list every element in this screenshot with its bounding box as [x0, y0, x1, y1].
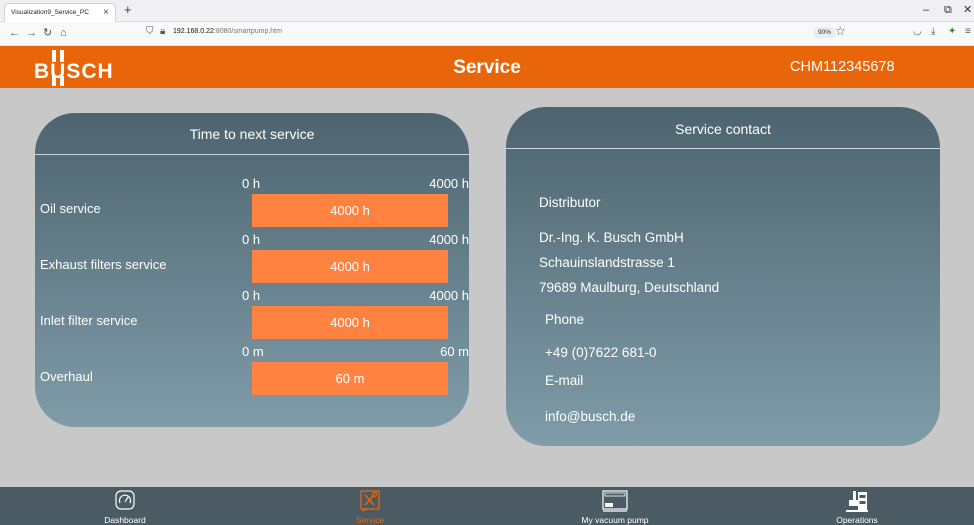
oil-service-row: 0 h 4000 h Oil service 4000 h [35, 176, 469, 232]
progress-value: 4000 h [330, 315, 370, 330]
progress-bar: 4000 h [252, 306, 448, 339]
range-min: 0 h [242, 232, 261, 247]
nav-service[interactable]: Service [330, 487, 410, 525]
menu-icon[interactable]: ≡ [965, 26, 971, 38]
company-name: Dr.-Ing. K. Busch GmbH [539, 230, 684, 245]
speedometer-icon [115, 490, 135, 510]
contact-panel-title: Service contact [506, 107, 940, 149]
time-panel-title: Time to next service [35, 113, 469, 155]
range-max: 4000 h [429, 232, 469, 247]
service-label: Exhaust filters service [40, 257, 167, 272]
nav-my-vacuum-pump[interactable]: My vacuum pump [560, 487, 670, 525]
nav-dashboard[interactable]: Dashboard [85, 487, 165, 525]
lock-icon[interactable]: 🔒︎ [160, 26, 165, 37]
email-label: E-mail [545, 373, 584, 388]
nav-label: Service [355, 515, 385, 525]
progress-bar: 4000 h [252, 194, 448, 227]
service-label: Inlet filter service [40, 313, 138, 328]
extension-icon[interactable]: ✦ [948, 26, 956, 38]
operations-icon [846, 491, 868, 512]
nav-operations[interactable]: Operations [817, 487, 897, 525]
page-title: Service [453, 57, 521, 78]
bookmark-star-icon[interactable]: ☆ [835, 25, 846, 37]
email-address: info@busch.de [545, 409, 636, 424]
bottom-nav: Dashboard Service My vacuum pump Operati… [0, 487, 974, 525]
distributor-label: Distributor [539, 195, 601, 210]
pump-icon [602, 490, 628, 512]
range-min: 0 h [242, 288, 261, 303]
service-label: Overhaul [40, 369, 93, 384]
reload-icon[interactable]: ↻ [43, 27, 52, 39]
nav-label: My vacuum pump [581, 515, 649, 525]
home-icon[interactable]: ⌂ [60, 27, 67, 39]
pocket-icon[interactable]: ◡ [913, 26, 922, 38]
phone-label: Phone [545, 312, 585, 327]
download-icon[interactable]: ⤓ [931, 26, 935, 38]
close-window-icon[interactable]: ✕ [963, 4, 972, 16]
address-bar[interactable]: ⛉ 🔒︎ 192.168.0.22:8080/smartpump.htm [140, 25, 880, 43]
range-max: 60 m [440, 344, 469, 359]
progress-value: 60 m [335, 371, 365, 386]
inlet-filter-row: 0 h 4000 h Inlet filter service 4000 h [35, 288, 469, 344]
nav-label: Operations [836, 515, 878, 525]
city-address: 79689 Maulburg, Deutschland [539, 280, 720, 295]
shield-icon[interactable]: ⛉ [146, 26, 154, 37]
nav-label: Dashboard [104, 515, 146, 525]
serial-number: CHM112345678 [790, 59, 895, 75]
range-min: 0 m [242, 344, 264, 359]
progress-bar: 60 m [252, 362, 448, 395]
tools-icon [360, 490, 380, 512]
range-min: 0 h [242, 176, 261, 191]
service-contact-panel: Service contact Distributor Dr.-Ing. K. … [506, 107, 940, 446]
browser-tab[interactable]: Visualization9_Service_PC × [4, 3, 116, 22]
exhaust-filters-row: 0 h 4000 h Exhaust filters service 4000 … [35, 232, 469, 288]
logo-text: BUSCH [34, 60, 114, 83]
browser-tab-title: Visualization9_Service_PC [11, 9, 89, 16]
browser-tabbar: Visualization9_Service_PC × + – ⧉ ✕ [0, 0, 974, 22]
zoom-level[interactable]: 90% [814, 27, 836, 38]
forward-icon[interactable]: → [26, 27, 37, 39]
street-address: Schauinslandstrasse 1 [539, 255, 675, 270]
back-icon[interactable]: ← [9, 27, 20, 39]
range-max: 4000 h [429, 176, 469, 191]
url-text[interactable]: 192.168.0.22:8080/smartpump.htm [173, 28, 282, 35]
phone-number: +49 (0)7622 681-0 [545, 345, 657, 360]
minimize-icon[interactable]: – [923, 4, 929, 16]
progress-value: 4000 h [330, 259, 370, 274]
new-tab-icon[interactable]: + [124, 3, 132, 17]
progress-bar: 4000 h [252, 250, 448, 283]
progress-value: 4000 h [330, 203, 370, 218]
time-to-service-panel: Time to next service 0 h 4000 h Oil serv… [35, 113, 469, 427]
overhaul-row: 0 m 60 m Overhaul 60 m [35, 344, 469, 400]
busch-logo: BUSCH [34, 50, 118, 86]
app-header: BUSCH Service CHM112345678 [0, 46, 974, 88]
range-max: 4000 h [429, 288, 469, 303]
restore-icon[interactable]: ⧉ [944, 4, 952, 16]
service-label: Oil service [40, 201, 101, 216]
close-tab-icon[interactable]: × [103, 7, 109, 18]
